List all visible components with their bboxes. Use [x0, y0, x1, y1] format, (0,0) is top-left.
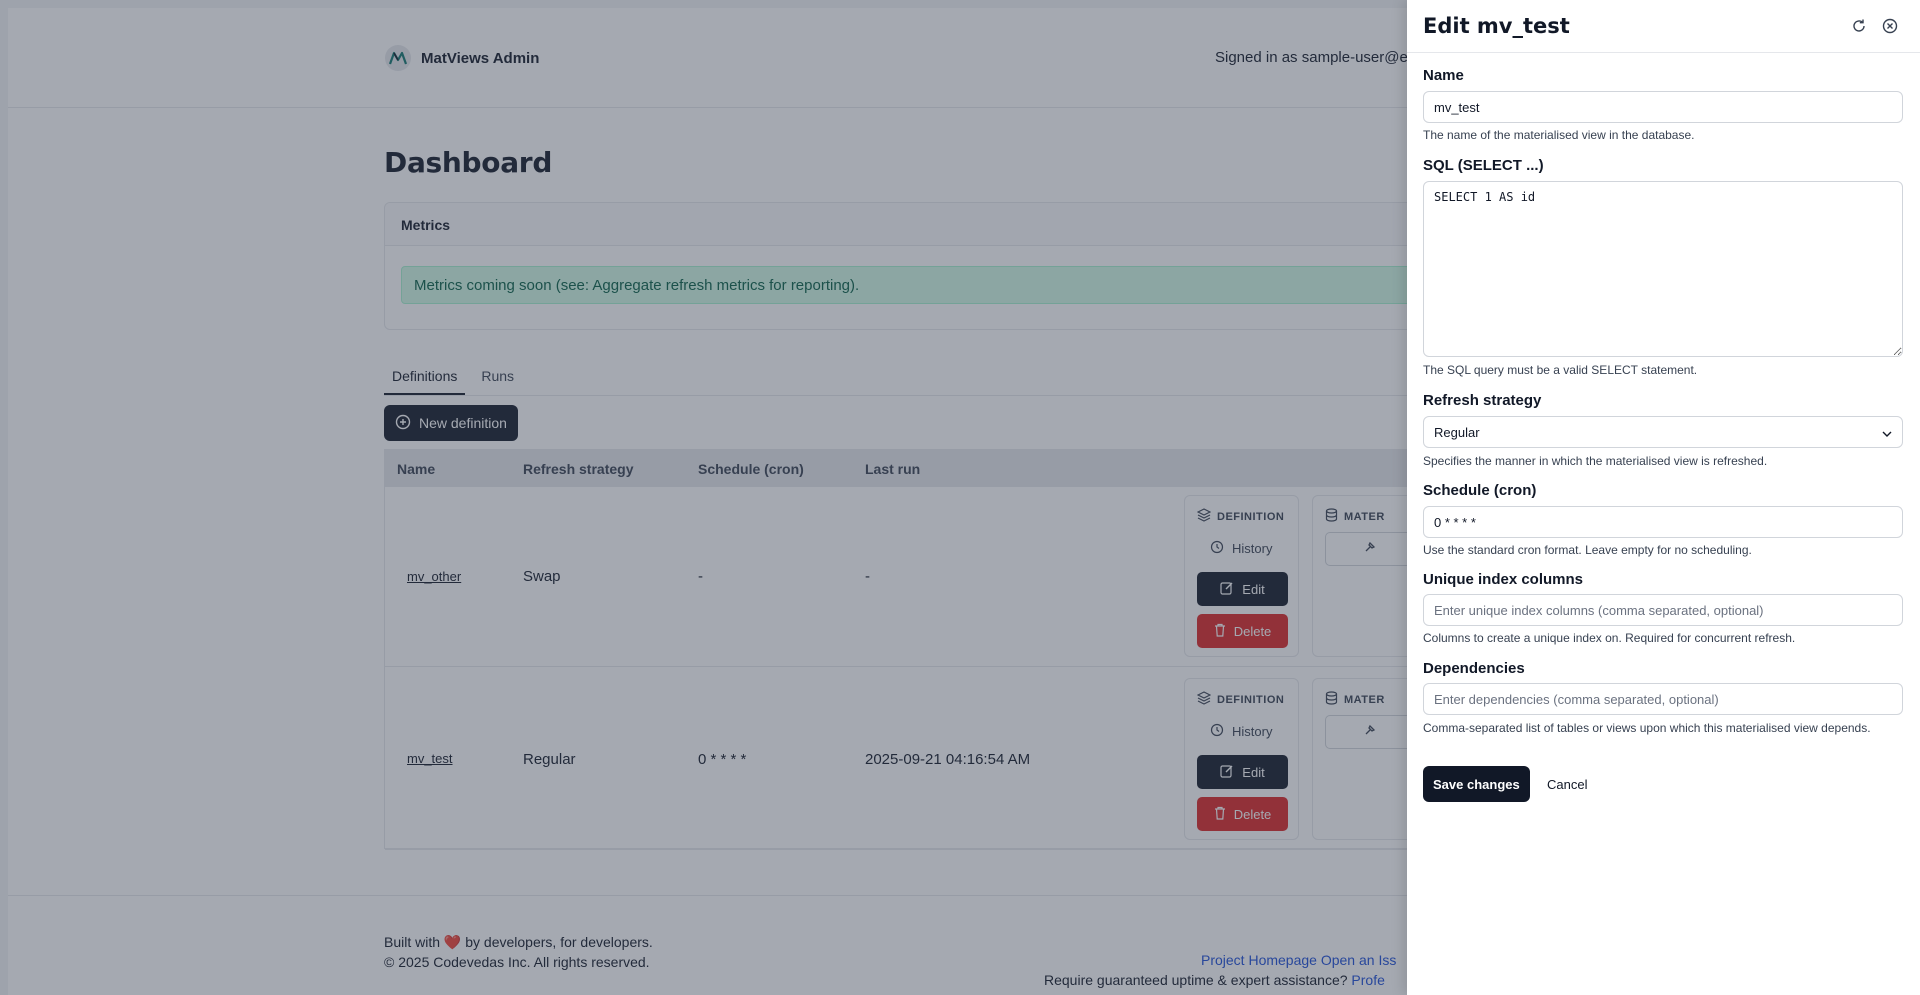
chevron-down-icon: [1882, 425, 1892, 440]
schedule-input[interactable]: [1423, 506, 1903, 538]
sql-help: The SQL query must be a valid SELECT sta…: [1423, 363, 1698, 377]
name-label: Name: [1423, 67, 1464, 84]
sql-textarea[interactable]: SELECT 1 AS id: [1423, 181, 1903, 357]
strategy-select[interactable]: Regular: [1423, 416, 1903, 448]
dependencies-label: Dependencies: [1423, 660, 1525, 677]
schedule-label: Schedule (cron): [1423, 482, 1537, 499]
drawer-title: Edit mv_test: [1423, 14, 1570, 38]
edit-drawer: Edit mv_test Name The name of the materi…: [1407, 0, 1920, 995]
unique-input[interactable]: [1423, 594, 1903, 626]
sql-label: SQL (SELECT ...): [1423, 157, 1544, 174]
refresh-icon[interactable]: [1850, 17, 1868, 35]
name-help: The name of the materialised view in the…: [1423, 128, 1695, 142]
unique-help: Columns to create a unique index on. Req…: [1423, 631, 1796, 645]
strategy-selected: Regular: [1434, 424, 1480, 440]
name-input[interactable]: [1423, 91, 1903, 123]
drawer-header: Edit mv_test: [1407, 0, 1920, 53]
dependencies-input[interactable]: [1423, 683, 1903, 715]
strategy-label: Refresh strategy: [1423, 392, 1542, 409]
unique-label: Unique index columns: [1423, 571, 1584, 588]
strategy-help: Specifies the manner in which the materi…: [1423, 454, 1768, 468]
dependencies-help: Comma-separated list of tables or views …: [1423, 721, 1871, 735]
cancel-button[interactable]: Cancel: [1537, 766, 1597, 802]
close-icon[interactable]: [1881, 17, 1899, 35]
save-button[interactable]: Save changes: [1423, 766, 1530, 802]
schedule-help: Use the standard cron format. Leave empt…: [1423, 543, 1752, 557]
